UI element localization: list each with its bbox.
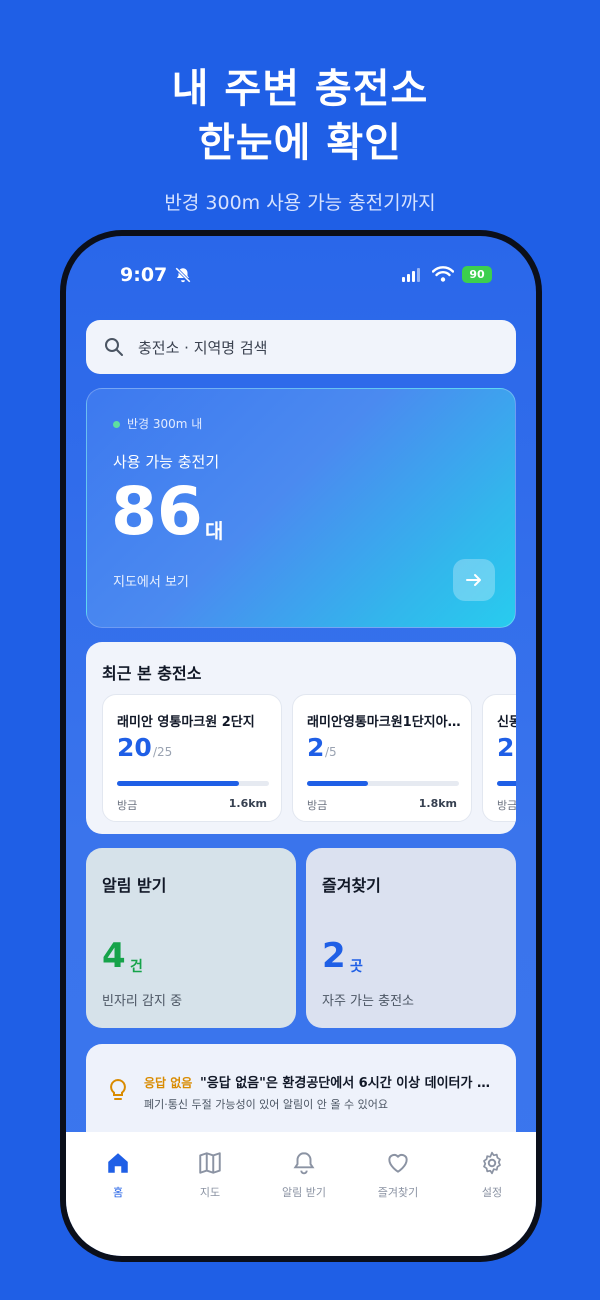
- station-available: 20: [117, 733, 152, 762]
- favorites-unit: 곳: [350, 959, 363, 975]
- battery-indicator: 90: [462, 266, 492, 283]
- favorites-desc: 자주 가는 충전소: [322, 994, 414, 1009]
- radius-label: 반경 300m 내: [127, 417, 203, 431]
- favorites-count: 2: [322, 936, 346, 976]
- live-dot: [113, 421, 120, 428]
- tab-home[interactable]: 홈: [78, 1150, 158, 1200]
- alerts-unit: 건: [130, 959, 143, 975]
- station-name: 신동: [497, 715, 516, 730]
- promo-headline-line1: 내 주변 충전소: [171, 66, 429, 112]
- wifi-icon: [432, 266, 454, 282]
- tab-label: 지도: [199, 1186, 221, 1199]
- recent-station-card[interactable]: 신동 2 방금: [482, 694, 516, 822]
- station-updated: 방금: [117, 799, 138, 812]
- map-icon: [199, 1152, 221, 1174]
- available-label: 사용 가능 충전기: [113, 453, 220, 471]
- tab-settings[interactable]: 설정: [452, 1150, 532, 1200]
- availability-bar: [497, 781, 516, 786]
- recent-title: 최근 본 충전소: [102, 664, 202, 683]
- tab-label: 홈: [112, 1186, 124, 1199]
- search-placeholder: 충전소 · 지역명 검색: [138, 339, 268, 357]
- tab-alerts[interactable]: 알림 받기: [264, 1150, 344, 1200]
- tab-label: 알림 받기: [282, 1186, 326, 1199]
- status-time: 9:07: [120, 264, 168, 286]
- station-name: 래미안 영통마크원 2단지: [117, 715, 255, 730]
- tab-label: 설정: [481, 1186, 503, 1199]
- availability-bar: [117, 781, 269, 786]
- availability-bar-fill: [307, 781, 368, 786]
- station-available: 2: [307, 733, 325, 762]
- promo-header: 내 주변 충전소 한눈에 확인 반경 300m 사용 가능 충전기까지: [0, 62, 600, 215]
- arrow-right-icon: [466, 574, 481, 586]
- gear-icon: [483, 1151, 501, 1175]
- available-chargers-card[interactable]: 반경 300m 내 사용 가능 충전기 86 대 지도에서 보기: [86, 388, 516, 628]
- tab-favorites[interactable]: 즐겨찾기: [358, 1150, 438, 1200]
- promo-subtitle: 반경 300m 사용 가능 충전기까지: [164, 192, 436, 214]
- bell-icon: [293, 1152, 315, 1175]
- status-bar: 9:07 90: [66, 264, 536, 288]
- favorites-title: 즐겨찾기: [322, 876, 381, 895]
- lightbulb-icon: [110, 1078, 126, 1100]
- recent-stations-section: 최근 본 충전소 래미안 영통마크원 2단지 20 /25 방금 1.6km 래…: [86, 642, 516, 834]
- phone-frame: 9:07 90 충전소 · 지역명 검색 반경 300m 내 사용 가능 충전기…: [60, 230, 542, 1262]
- promo-headline-line2: 한눈에 확인: [198, 120, 402, 166]
- recent-station-card[interactable]: 래미안 영통마크원 2단지 20 /25 방금 1.6km: [102, 694, 282, 822]
- station-total: /25: [153, 745, 173, 759]
- view-on-map-link[interactable]: 지도에서 보기: [113, 571, 189, 590]
- available-count: 86: [111, 473, 203, 550]
- bell-off-icon: [175, 267, 191, 283]
- notice-tag: 응답 없음: [144, 1076, 193, 1090]
- notice-message: "응답 없음"은 환경공단에서 6시간 이상 데이터가 없는 충전기예요: [200, 1076, 496, 1091]
- availability-bar: [307, 781, 459, 786]
- search-bar[interactable]: 충전소 · 지역명 검색: [86, 320, 516, 374]
- signal-icon: [402, 268, 420, 282]
- alerts-count: 4: [102, 936, 126, 976]
- home-icon: [108, 1153, 128, 1173]
- station-updated: 방금: [307, 799, 328, 812]
- station-distance: 1.8km: [418, 797, 457, 810]
- notice-submessage: 폐기·통신 두절 가능성이 있어 알림이 안 올 수 있어요: [144, 1098, 388, 1111]
- view-on-map-button[interactable]: [453, 559, 495, 601]
- tab-label: 즐겨찾기: [377, 1186, 419, 1199]
- station-available: 2: [497, 733, 515, 762]
- available-unit: 대: [205, 519, 224, 543]
- alerts-desc: 빈자리 감지 중: [102, 994, 183, 1009]
- app-screen: 9:07 90 충전소 · 지역명 검색 반경 300m 내 사용 가능 충전기…: [66, 236, 536, 1256]
- alerts-tile[interactable]: 알림 받기 4 건 빈자리 감지 중: [86, 848, 296, 1028]
- favorites-tile[interactable]: 즐겨찾기 2 곳 자주 가는 충전소: [306, 848, 516, 1028]
- bottom-tab-bar: 홈 지도 알림 받기 즐겨찾기 설정: [66, 1132, 536, 1256]
- recent-station-card[interactable]: 래미안영통마크원1단지아파트 2 /5 방금 1.8km: [292, 694, 472, 822]
- station-distance: 1.6km: [228, 797, 267, 810]
- station-total: /5: [325, 745, 337, 759]
- search-icon: [105, 338, 123, 356]
- availability-bar-fill: [117, 781, 239, 786]
- station-updated: 방금: [497, 799, 516, 812]
- tab-map[interactable]: 지도: [170, 1150, 250, 1200]
- station-name: 래미안영통마크원1단지아파트: [307, 715, 463, 730]
- availability-bar-fill: [497, 781, 516, 786]
- alerts-title: 알림 받기: [102, 876, 167, 895]
- heart-icon: [388, 1153, 408, 1173]
